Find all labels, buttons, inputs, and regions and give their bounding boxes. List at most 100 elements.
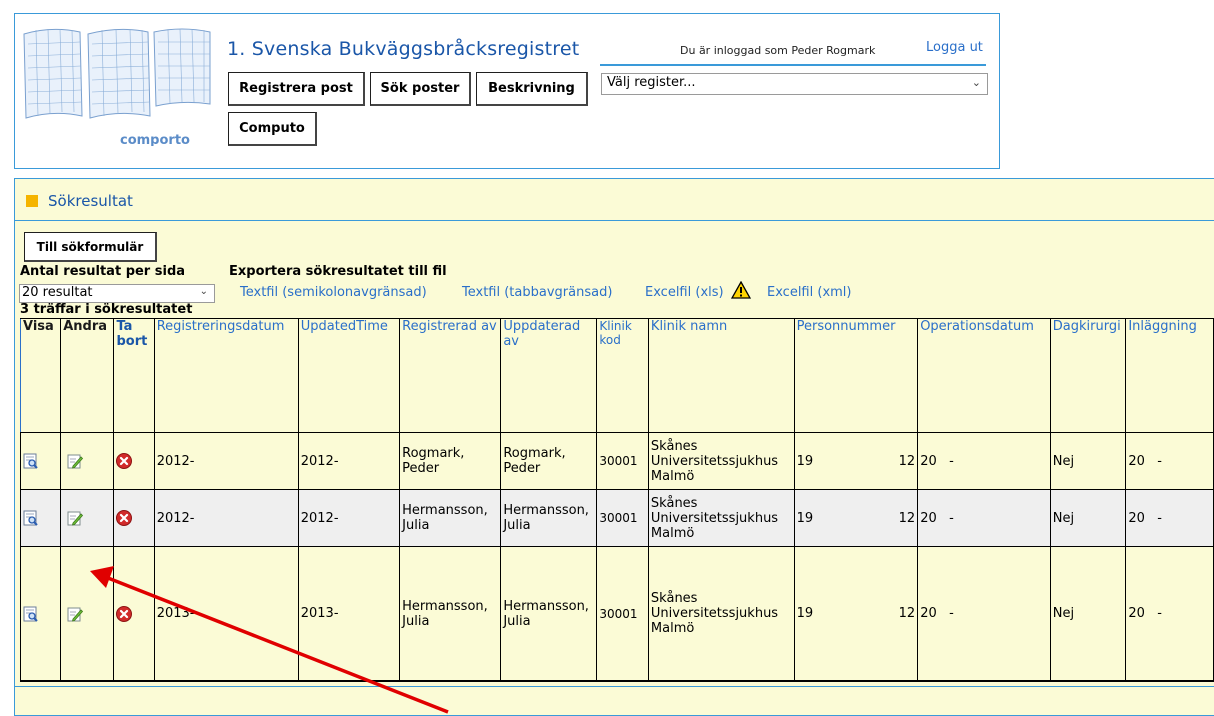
delete-cell (113, 489, 155, 547)
cell-operationsdatum: 20 - (917, 546, 1051, 682)
view-record-icon[interactable] (23, 510, 39, 526)
cell-dagkirurgi: Nej (1049, 546, 1127, 682)
title-underline (600, 64, 986, 66)
cell-updatedtime: 2013- (297, 546, 401, 682)
edit-cell (60, 432, 115, 490)
edit-cell (60, 546, 115, 682)
section-marker-icon (26, 195, 38, 207)
warning-icon (731, 281, 751, 299)
table-row: 2012- 2012- Hermansson, Julia Hermansson, J… (19, 489, 1214, 547)
cell-registreringsdatum: 2012- (153, 489, 299, 547)
personnummer-suffix: 12 (898, 606, 916, 621)
delete-record-icon[interactable] (116, 453, 133, 469)
cell-klinik-namn: Skånes Universitetssjukhus Malmö (647, 432, 795, 490)
col-header-operationsdatum[interactable]: Operationsdatum (917, 318, 1051, 433)
view-record-icon[interactable] (23, 453, 39, 469)
comporto-logo: comporto (23, 28, 211, 146)
search-records-button[interactable]: Sök poster (370, 72, 471, 106)
view-cell (19, 489, 62, 547)
export-label: Exportera sökresultatet till fil (229, 264, 447, 279)
login-status: Du är inloggad som Peder Rogmark (680, 44, 876, 57)
table-row: 2013- 2013- Hermansson, Julia Hermansson, J… (19, 546, 1214, 682)
cell-inlaggning: 20 - (1125, 489, 1214, 547)
export-tab-delimited-link[interactable]: Textfil (tabbavgränsad) (462, 285, 612, 300)
col-header-ta-bort[interactable]: Ta bort (113, 318, 155, 433)
computo-button[interactable]: Computo (228, 112, 317, 146)
results-table: Visa Ändra Ta bort Registreringsdatum Up… (19, 318, 1214, 682)
logo-text: comporto (120, 133, 190, 146)
cell-personnummer: 19 12 (793, 546, 919, 682)
personnummer-suffix: 12 (898, 453, 916, 469)
personnummer-prefix: 19 (796, 606, 814, 621)
register-select[interactable]: Välj register... ⌄ (601, 73, 988, 95)
per-page-value: 20 resultat (22, 285, 93, 300)
col-header-klinik-namn[interactable]: Klinik namn (647, 318, 795, 433)
cell-operationsdatum: 20 - (917, 489, 1051, 547)
delete-record-icon[interactable] (116, 605, 133, 622)
panel-title: Sökresultat (48, 192, 133, 210)
col-header-visa[interactable]: Visa (19, 318, 62, 433)
view-record-icon[interactable] (23, 606, 39, 622)
register-record-button[interactable]: Registrera post (228, 72, 365, 106)
cell-personnummer: 19 12 (793, 432, 919, 490)
cell-dagkirurgi: Nej (1049, 489, 1127, 547)
cell-updatedtime: 2012- (297, 432, 401, 490)
personnummer-suffix: 12 (898, 510, 916, 526)
cell-uppdaterad-av: Hermansson, Julia (500, 489, 598, 547)
personnummer-prefix: 19 (796, 510, 814, 526)
edit-record-icon[interactable] (67, 606, 84, 622)
cell-klinik-namn: Skånes Universitetssjukhus Malmö (647, 546, 795, 682)
table-row: 2012- 2012- Rogmark, Peder Rogmark, Peder 30… (19, 432, 1214, 490)
export-xls-link[interactable]: Excelfil (xls) (645, 285, 724, 300)
edit-record-icon[interactable] (67, 510, 84, 526)
cell-klinik-kod: 30001 (596, 432, 649, 490)
per-page-select[interactable]: 20 resultat ⌄ (19, 284, 215, 303)
cell-klinik-namn: Skånes Universitetssjukhus Malmö (647, 489, 795, 547)
col-header-uppdaterad-av[interactable]: Uppdaterad av (500, 318, 598, 433)
col-header-andra[interactable]: Ändra (60, 318, 115, 433)
export-xml-link[interactable]: Excelfil (xml) (767, 285, 851, 300)
register-select-value: Välj register... (607, 75, 696, 90)
cell-registrerad-av: Hermansson, Julia (399, 489, 502, 547)
cell-inlaggning: 20 - (1125, 546, 1214, 682)
cell-uppdaterad-av: Hermansson, Julia (500, 546, 598, 682)
export-csv-semicolon-link[interactable]: Textfil (semikolonavgränsad) (240, 285, 427, 300)
logout-link[interactable]: Logga ut (926, 40, 983, 55)
col-header-updatedtime[interactable]: UpdatedTime (297, 318, 401, 433)
table-header-row: Visa Ändra Ta bort Registreringsdatum Up… (19, 318, 1214, 433)
chevron-down-icon: ⌄ (971, 76, 981, 89)
cell-updatedtime: 2012- (297, 489, 401, 547)
panel-footer-divider (14, 686, 1214, 687)
cell-registrerad-av: Hermansson, Julia (399, 546, 502, 682)
edit-cell (60, 489, 115, 547)
delete-record-icon[interactable] (116, 510, 133, 526)
panel-header-divider (14, 220, 1214, 221)
cell-dagkirurgi: Nej (1049, 432, 1127, 490)
cell-inlaggning: 20 - (1125, 432, 1214, 490)
delete-cell (113, 432, 155, 490)
col-header-personnummer[interactable]: Personnummer (793, 318, 919, 433)
per-page-label: Antal resultat per sida (20, 264, 186, 279)
edit-record-icon[interactable] (67, 453, 84, 469)
cell-klinik-kod: 30001 (596, 489, 649, 547)
col-header-registrerad-av[interactable]: Registrerad av (399, 318, 502, 433)
cell-registrerad-av: Rogmark, Peder (399, 432, 502, 490)
cell-personnummer: 19 12 (793, 489, 919, 547)
col-header-dagkirurgi[interactable]: Dagkirurgi (1049, 318, 1127, 433)
cell-registreringsdatum: 2012- (153, 432, 299, 490)
view-cell (19, 546, 62, 682)
cell-operationsdatum: 20 - (917, 432, 1051, 490)
personnummer-prefix: 19 (796, 453, 814, 469)
view-cell (19, 432, 62, 490)
cell-registreringsdatum: 2013- (153, 546, 299, 682)
col-header-inlaggning[interactable]: Inläggning (1125, 318, 1214, 433)
cell-uppdaterad-av: Rogmark, Peder (500, 432, 598, 490)
cell-klinik-kod: 30001 (596, 546, 649, 682)
col-header-klinik-kod[interactable]: Klinik kod (596, 318, 649, 433)
app-title: 1. Svenska Bukväggsbråcksregistret (227, 38, 580, 60)
col-header-registreringsdatum[interactable]: Registreringsdatum (153, 318, 299, 433)
description-button[interactable]: Beskrivning (476, 72, 588, 106)
back-to-search-form-button[interactable]: Till sökformulär (24, 232, 157, 262)
hit-count: 3 träffar i sökresultatet (20, 302, 193, 317)
chevron-down-icon: ⌄ (199, 286, 208, 297)
